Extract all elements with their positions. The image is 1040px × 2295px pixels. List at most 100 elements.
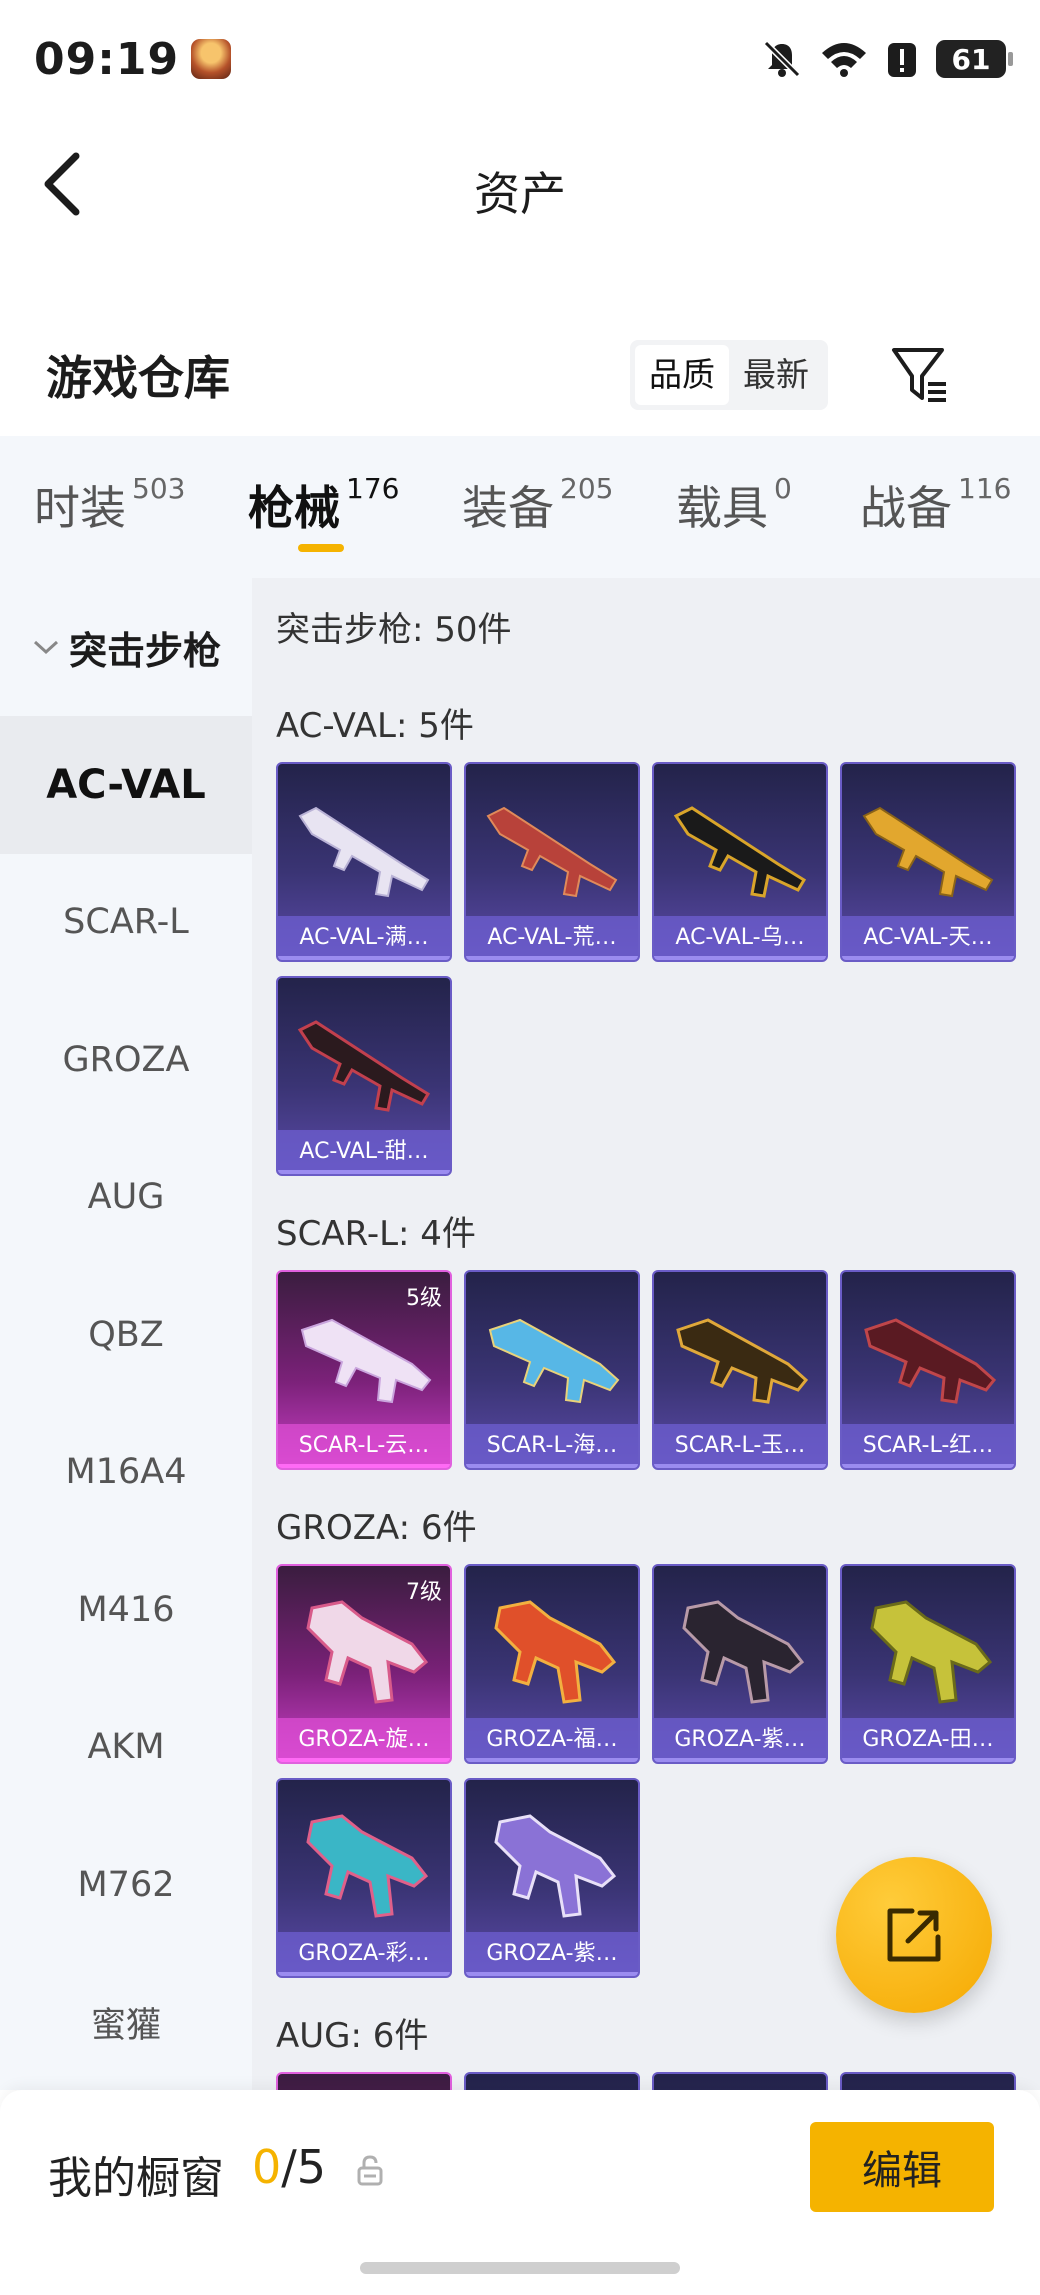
tab-label: 载具 (676, 481, 768, 535)
group-title-aug: AUG: 6件 (276, 2016, 429, 2056)
weapon-name: AC-VAL-满… (278, 916, 450, 960)
rifle-skin-icon (864, 1318, 997, 1404)
weapon-card[interactable]: SCAR-L-红… (840, 1270, 1016, 1470)
weapon-card[interactable]: AC-VAL-乌… (652, 762, 828, 962)
rifle-skin-icon (494, 1600, 617, 1704)
sidebar-item-scar-l[interactable]: SCAR-L (0, 854, 252, 992)
card-accent (842, 1464, 1014, 1468)
rifle-skin-icon (488, 1318, 620, 1404)
weapon-name: GROZA-紫… (466, 1932, 638, 1976)
card-accent (466, 1758, 638, 1762)
nav-bar: 资产 (0, 118, 1040, 250)
showcase-used: 0 (252, 2140, 282, 2194)
sidebar-item-m416[interactable]: M416 (0, 1541, 252, 1679)
showcase-total: /5 (281, 2140, 327, 2194)
weapon-name: AC-VAL-甜… (278, 1130, 450, 1174)
status-time: 09:19 (34, 33, 180, 85)
tab-vehicles[interactable]: 载具 0 (676, 472, 792, 538)
weapon-card[interactable]: 7级 GROZA-旋… (276, 1564, 452, 1764)
weapon-card[interactable] (464, 2072, 640, 2090)
filter-icon (892, 348, 946, 402)
card-accent (278, 956, 450, 960)
weapon-card[interactable] (840, 2072, 1016, 2090)
category-summary: 突击步枪: 50件 (276, 610, 512, 650)
weapon-name: SCAR-L-海… (466, 1424, 638, 1468)
home-indicator[interactable] (360, 2262, 680, 2274)
section-header: 游戏仓库 品质 最新 (0, 320, 1040, 430)
rifle-skin-icon (676, 1318, 809, 1404)
weapon-card[interactable]: 5级 SCAR-L-云… (276, 1270, 452, 1470)
sidebar-item-groza[interactable]: GROZA (0, 991, 252, 1129)
tab-label: 装备 (462, 481, 554, 535)
sidebar-item-m762[interactable]: M762 (0, 1816, 252, 1954)
card-accent (466, 1464, 638, 1468)
rifle-skin-icon (306, 1600, 429, 1704)
showcase-bar: 我的橱窗 0/5 编辑 (0, 2090, 1040, 2295)
tab-count: 116 (958, 472, 1012, 505)
weapon-card[interactable]: GROZA-彩… (276, 1778, 452, 1978)
sidebar-item-honey-badger[interactable]: 蜜獾 (0, 1954, 252, 2091)
card-accent (842, 1758, 1014, 1762)
sort-quality-option[interactable]: 品质 (635, 345, 729, 405)
weapon-name: AC-VAL-荒… (466, 916, 638, 960)
weapon-card[interactable]: AC-VAL-天… (840, 762, 1016, 962)
tab-label: 时装 (34, 481, 126, 535)
weapon-card[interactable]: GROZA-紫… (652, 1564, 828, 1764)
weapon-card[interactable]: SCAR-L-玉… (652, 1270, 828, 1470)
weapon-card[interactable]: SCAR-L-海… (464, 1270, 640, 1470)
weapon-card[interactable]: AC-VAL-甜… (276, 976, 452, 1176)
card-accent (466, 956, 638, 960)
weapon-type-sidebar: 突击步枪 AC-VAL SCAR-L GROZA AUG QBZ M16A4 M… (0, 578, 252, 2090)
rifle-skin-icon (306, 1814, 429, 1918)
tab-fashion[interactable]: 时装 503 (34, 472, 185, 538)
rifle-skin-icon (486, 806, 618, 898)
weapon-card[interactable]: GROZA-田… (840, 1564, 1016, 1764)
weapon-name: AC-VAL-天… (842, 916, 1014, 960)
weapon-card[interactable]: AC-VAL-满… (276, 762, 452, 962)
sidebar-group-assault-rifles[interactable]: 突击步枪 (0, 578, 252, 716)
sort-toggle: 品质 最新 (630, 340, 828, 410)
alert-icon (888, 43, 916, 77)
rifle-skin-icon (673, 806, 807, 898)
filter-button[interactable] (890, 340, 950, 410)
tab-supplies[interactable]: 战备 116 (860, 472, 1011, 538)
wifi-icon (822, 43, 866, 77)
tab-label: 战备 (860, 481, 952, 535)
weapon-card[interactable]: GROZA-福… (464, 1564, 640, 1764)
weapon-card[interactable] (652, 2072, 828, 2090)
weapon-level: 7级 (406, 1580, 442, 1605)
rifle-skin-icon (682, 1600, 805, 1704)
share-button[interactable] (836, 1857, 992, 2013)
rifle-skin-icon (862, 806, 994, 898)
weapon-name: SCAR-L-红… (842, 1424, 1014, 1468)
sidebar-item-ac-val[interactable]: AC-VAL (0, 716, 252, 854)
edit-button[interactable]: 编辑 (810, 2122, 994, 2212)
weapon-name: GROZA-彩… (278, 1932, 450, 1976)
rifle-skin-icon (870, 1600, 993, 1704)
weapon-name: SCAR-L-玉… (654, 1424, 826, 1468)
rifle-skin-icon (300, 1318, 432, 1404)
tab-equipment[interactable]: 装备 205 (462, 472, 613, 538)
sidebar-item-akm[interactable]: AKM (0, 1679, 252, 1817)
category-tabs: 时装 503 枪械 176 装备 205 载具 0 战备 116 (0, 436, 1040, 578)
weapon-name: GROZA-田… (842, 1718, 1014, 1762)
weapon-card[interactable]: AC-VAL-荒… (464, 762, 640, 962)
showcase-label: 我的橱窗 (48, 2153, 224, 2204)
sidebar-item-qbz[interactable]: QBZ (0, 1266, 252, 1404)
card-accent (278, 1972, 450, 1976)
weapon-card[interactable] (276, 2072, 452, 2090)
weapon-card[interactable]: GROZA-紫… (464, 1778, 640, 1978)
sidebar-item-aug[interactable]: AUG (0, 1129, 252, 1267)
showcase-count: 0/5 (252, 2140, 326, 2194)
rifle-skin-icon (494, 1814, 617, 1918)
tab-firearms[interactable]: 枪械 176 (248, 472, 399, 538)
card-accent (278, 1464, 450, 1468)
tab-count: 205 (560, 472, 614, 505)
sort-newest-option[interactable]: 最新 (729, 345, 823, 405)
sidebar-group-label: 突击步枪 (68, 628, 221, 673)
page-title: 资产 (474, 167, 566, 221)
status-bar: 09:19 61 (0, 0, 1040, 118)
active-tab-indicator (298, 544, 344, 552)
share-icon (887, 1908, 941, 1962)
sidebar-item-m16a4[interactable]: M16A4 (0, 1404, 252, 1542)
